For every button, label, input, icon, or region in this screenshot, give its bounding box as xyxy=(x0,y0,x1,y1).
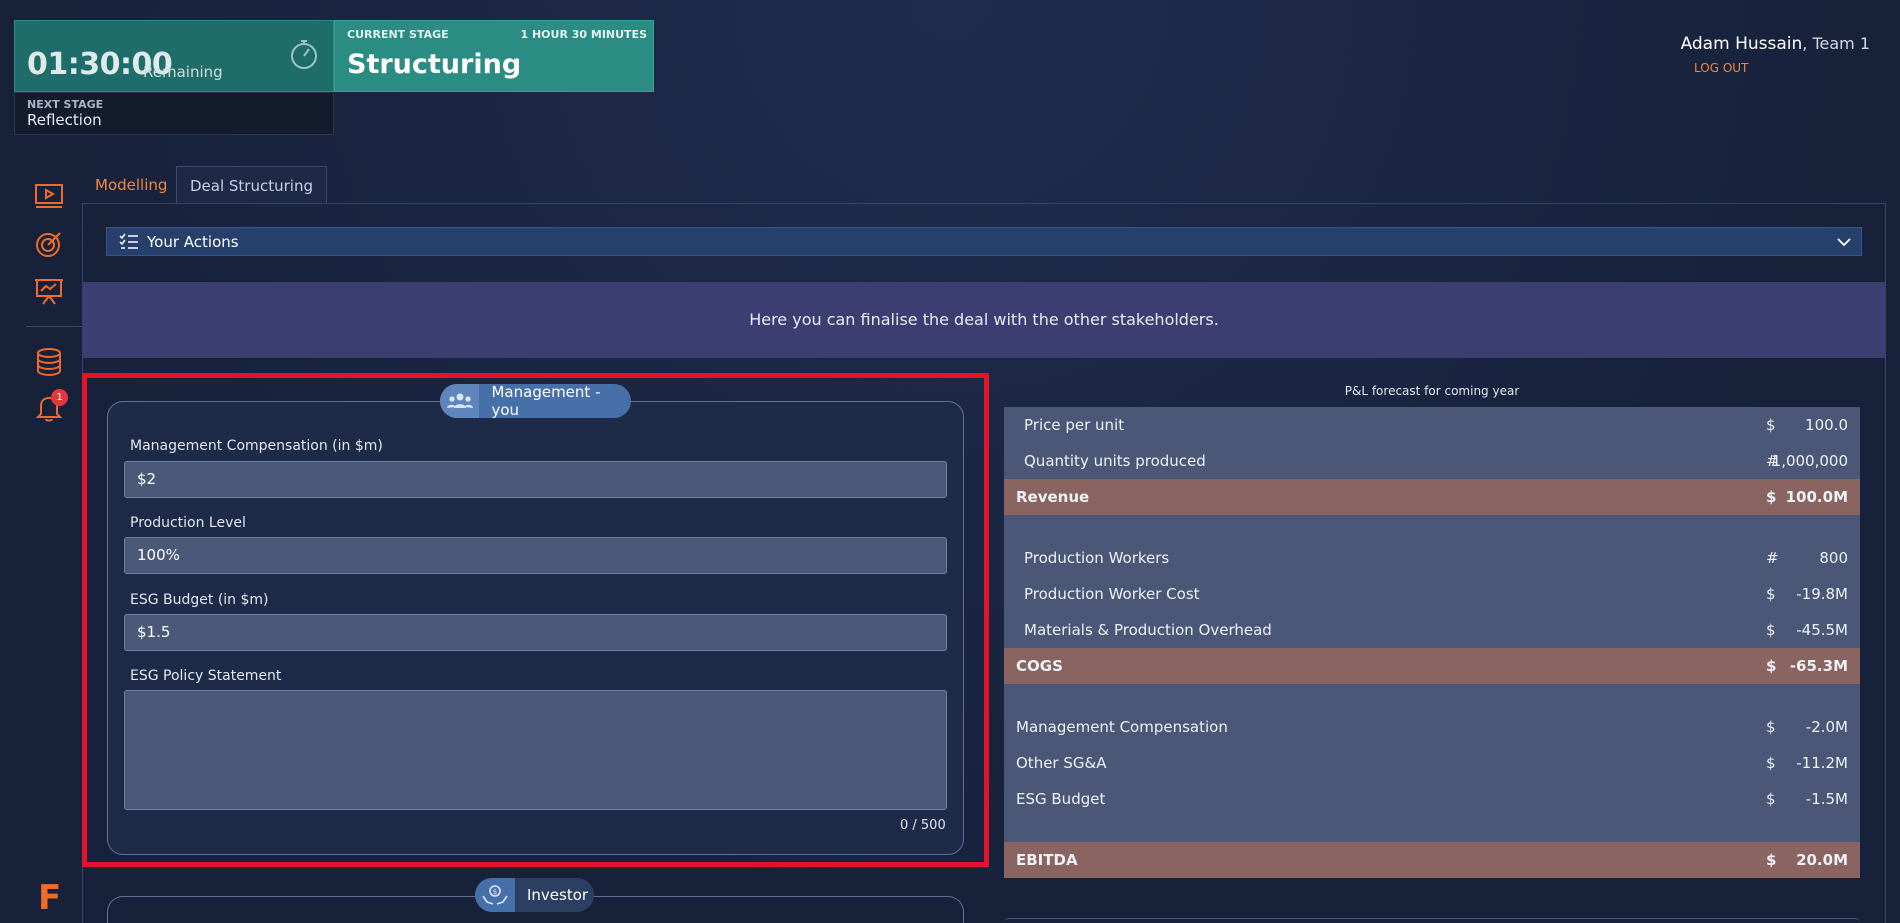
pl-row: Production Workers #800 xyxy=(1004,540,1860,576)
pl-row: Other SG&A $ -11.2M xyxy=(1004,745,1860,781)
pl-row-label: Materials & Production Overhead xyxy=(1024,621,1272,639)
pl-row-unit: $ xyxy=(1766,585,1776,603)
pl-row-revenue: Revenue $100.0M xyxy=(1004,479,1860,515)
pl-row-unit: $ xyxy=(1766,416,1776,434)
pl-row-label: Production Worker Cost xyxy=(1024,585,1200,603)
pl-row-label: Price per unit xyxy=(1024,416,1125,434)
pl-row-unit: $ xyxy=(1766,621,1776,639)
database-icon[interactable] xyxy=(33,346,65,378)
sidebar-divider xyxy=(26,326,82,327)
pl-row: Management Compensation $ -2.0M xyxy=(1004,709,1860,745)
next-stage-panel: NEXT STAGE Reflection xyxy=(14,92,334,135)
svg-text:$: $ xyxy=(493,888,497,896)
compensation-input[interactable]: $2 xyxy=(124,461,947,498)
pl-row-label: Other SG&A xyxy=(1016,754,1107,772)
production-level-input[interactable]: 100% xyxy=(124,537,947,574)
management-card-title: Management - you xyxy=(491,384,601,418)
logout-link[interactable]: LOG OUT xyxy=(1694,61,1748,75)
production-level-label: Production Level xyxy=(130,515,246,531)
info-banner-text: Here you can finalise the deal with the … xyxy=(749,310,1219,329)
pl-row-value: -1.5M xyxy=(1805,790,1848,808)
checklist-icon xyxy=(119,233,138,249)
management-card-header: Management - you xyxy=(440,384,631,418)
next-stage-label: NEXT STAGE xyxy=(27,98,104,111)
pl-row-ebitda: EBITDA $20.0M xyxy=(1004,842,1860,878)
next-panel-edge xyxy=(1004,918,1860,923)
pl-row-label: Revenue xyxy=(1016,488,1090,506)
current-stage-panel: CURRENT STAGE 1 HOUR 30 MINUTES Structur… xyxy=(334,20,654,92)
info-banner: Here you can finalise the deal with the … xyxy=(83,282,1885,358)
pl-row-unit: $ xyxy=(1766,488,1777,506)
notification-badge: 1 xyxy=(51,389,68,406)
pl-row-label: EBITDA xyxy=(1016,851,1078,869)
pl-row-label: Management Compensation xyxy=(1016,718,1228,736)
investor-icon: $ xyxy=(482,885,508,905)
investor-card-header: $ Investor xyxy=(475,878,594,912)
investor-card-title: Investor xyxy=(527,886,589,904)
stopwatch-icon xyxy=(291,40,317,69)
pl-row-unit: # xyxy=(1766,549,1779,567)
app-logo: F xyxy=(38,878,62,918)
pl-row-unit: $ xyxy=(1766,790,1776,808)
pl-row-value: 100.0M xyxy=(1785,488,1848,506)
pl-row-value: -2.0M xyxy=(1805,718,1848,736)
pl-row-value: -19.8M xyxy=(1796,585,1848,603)
pl-row: Price per unit $100.0 xyxy=(1004,407,1860,443)
user-team: , Team 1 xyxy=(1802,34,1870,53)
timer-panel: 01:30:00 Remaining xyxy=(14,20,334,92)
pl-row-value: -11.2M xyxy=(1796,754,1848,772)
pl-row-unit: $ xyxy=(1766,718,1776,736)
esg-policy-char-count: 0 / 500 xyxy=(900,818,946,833)
video-icon[interactable] xyxy=(33,180,65,212)
esg-budget-label: ESG Budget (in $m) xyxy=(130,592,269,608)
current-stage-name: Structuring xyxy=(347,49,522,80)
pl-row: Quantity units produced #1,000,000 xyxy=(1004,443,1860,479)
team-icon xyxy=(446,393,473,408)
pl-row-value: 800 xyxy=(1819,549,1848,567)
pl-row-unit: $ xyxy=(1766,657,1777,675)
esg-policy-label: ESG Policy Statement xyxy=(130,668,282,684)
pl-forecast-title: P&L forecast for coming year xyxy=(1344,384,1520,398)
stage-duration: 1 HOUR 30 MINUTES xyxy=(520,28,647,41)
pl-row: ESG Budget $ -1.5M xyxy=(1004,781,1860,817)
pl-row-label: COGS xyxy=(1016,657,1063,675)
pl-row: Materials & Production Overhead $ -45.5M xyxy=(1004,612,1860,648)
your-actions-label: Your Actions xyxy=(147,233,239,251)
presentation-icon[interactable] xyxy=(33,275,65,307)
pl-row-value: 100.0 xyxy=(1805,416,1848,434)
chevron-down-icon xyxy=(1837,238,1851,247)
pl-row-value: 1,000,000 xyxy=(1771,452,1848,470)
target-icon[interactable] xyxy=(33,228,65,260)
pl-forecast-table: Price per unit $100.0 Quantity units prod… xyxy=(1004,407,1860,878)
pl-row-value: -45.5M xyxy=(1796,621,1848,639)
pl-row-label: Production Workers xyxy=(1024,549,1170,567)
compensation-label: Management Compensation (in $m) xyxy=(130,438,383,454)
pl-row-value: 20.0M xyxy=(1796,851,1848,869)
pl-row-cogs: COGS $ -65.3M xyxy=(1004,648,1860,684)
pl-row-label: Quantity units produced xyxy=(1024,452,1206,470)
current-stage-label: CURRENT STAGE xyxy=(347,28,449,41)
pl-row-value: -65.3M xyxy=(1789,657,1848,675)
esg-policy-textarea[interactable] xyxy=(124,690,947,810)
pl-row: Production Worker Cost $ -19.8M xyxy=(1004,576,1860,612)
tab-modelling[interactable]: Modelling xyxy=(82,166,180,204)
pl-row-unit: $ xyxy=(1766,851,1777,869)
pl-row-label: ESG Budget xyxy=(1016,790,1106,808)
user-name: Adam Hussain xyxy=(1680,34,1803,54)
your-actions-accordion[interactable]: Your Actions xyxy=(106,227,1862,256)
timer-remaining-label: Remaining xyxy=(143,63,223,81)
pl-row-unit: $ xyxy=(1766,754,1776,772)
tab-deal-structuring[interactable]: Deal Structuring xyxy=(176,166,327,204)
esg-budget-input[interactable]: $1.5 xyxy=(124,614,947,651)
next-stage-value: Reflection xyxy=(27,111,102,129)
user-info: Adam Hussain, Team 1 xyxy=(1681,34,1870,54)
